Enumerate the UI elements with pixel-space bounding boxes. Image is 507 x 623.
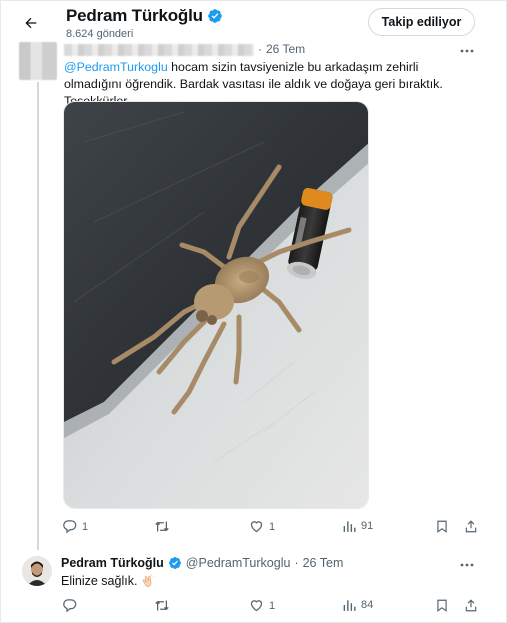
retweet-icon	[155, 600, 169, 611]
bookmark-icon	[437, 599, 447, 612]
views-icon	[343, 521, 356, 532]
tweet-date[interactable]: 26 Tem	[266, 42, 305, 56]
post-count: 8.624 gönderi	[66, 28, 134, 40]
thread-connector-line	[37, 82, 39, 550]
bookmark-button[interactable]	[435, 519, 449, 534]
blurred-username	[64, 44, 254, 56]
bookmark-icon	[437, 520, 447, 533]
following-button[interactable]: Takip ediliyor	[368, 8, 475, 36]
views-count: 84	[361, 599, 374, 611]
verified-badge-icon	[207, 9, 222, 23]
reply-button[interactable]	[62, 598, 82, 613]
reply-body: Elinize sağlık.	[61, 574, 138, 588]
retweet-button[interactable]	[154, 519, 175, 534]
author-reply-header: Pedram Türkoğlu @PedramTurkoglu · 26 Tem	[61, 556, 343, 570]
more-horizontal-icon	[460, 563, 474, 567]
share-button[interactable]	[464, 519, 478, 534]
more-horizontal-icon	[460, 49, 474, 53]
retweet-icon	[155, 521, 169, 532]
author-handle[interactable]: @PedramTurkoglu	[186, 556, 291, 570]
like-count: 1	[269, 520, 276, 533]
views-button[interactable]: 84	[342, 598, 373, 612]
tweet-actions: 1 1 91	[62, 519, 482, 539]
back-button[interactable]	[18, 10, 44, 36]
share-button[interactable]	[464, 598, 478, 613]
views-icon	[343, 600, 356, 611]
reply-actions: 1 84	[62, 598, 482, 618]
like-button[interactable]: 1	[249, 519, 275, 534]
author-avatar[interactable]	[22, 556, 52, 586]
more-options-button[interactable]	[458, 558, 476, 572]
clapping-hands-emoji	[143, 574, 156, 588]
retweet-button[interactable]	[154, 598, 175, 613]
share-icon	[465, 599, 477, 612]
like-button[interactable]: 1	[249, 598, 275, 613]
views-count: 91	[361, 520, 374, 532]
reply-button[interactable]: 1	[62, 519, 88, 534]
date-separator: ·	[258, 42, 262, 56]
heart-icon	[250, 600, 263, 612]
mention-link[interactable]: @PedramTurkoglu	[64, 60, 168, 74]
reply-date[interactable]: 26 Tem	[303, 556, 344, 570]
author-reply-text: Elinize sağlık.	[61, 574, 156, 588]
spider-photo-illustration	[64, 102, 368, 508]
author-name[interactable]: Pedram Türkoğlu	[61, 556, 164, 570]
bookmark-button[interactable]	[435, 598, 449, 613]
views-button[interactable]: 91	[342, 519, 373, 533]
profile-name-text: Pedram Türkoğlu	[66, 6, 203, 25]
more-options-button[interactable]	[458, 44, 476, 58]
profile-name: Pedram Türkoğlu	[66, 6, 223, 26]
date-separator: ·	[294, 556, 299, 570]
profile-header: Pedram Türkoğlu 8.624 gönderi Takip edil…	[0, 0, 507, 44]
arrow-left-icon	[25, 17, 37, 29]
tweet-photo[interactable]	[63, 101, 369, 509]
reply-icon	[63, 520, 77, 534]
heart-icon	[250, 521, 263, 533]
share-icon	[465, 520, 477, 533]
reply-count: 1	[82, 520, 89, 533]
blurred-avatar[interactable]	[19, 42, 57, 80]
verified-badge-icon	[168, 557, 181, 569]
author-avatar-image	[22, 556, 52, 586]
like-count: 1	[269, 599, 276, 612]
reply-icon	[63, 599, 77, 613]
